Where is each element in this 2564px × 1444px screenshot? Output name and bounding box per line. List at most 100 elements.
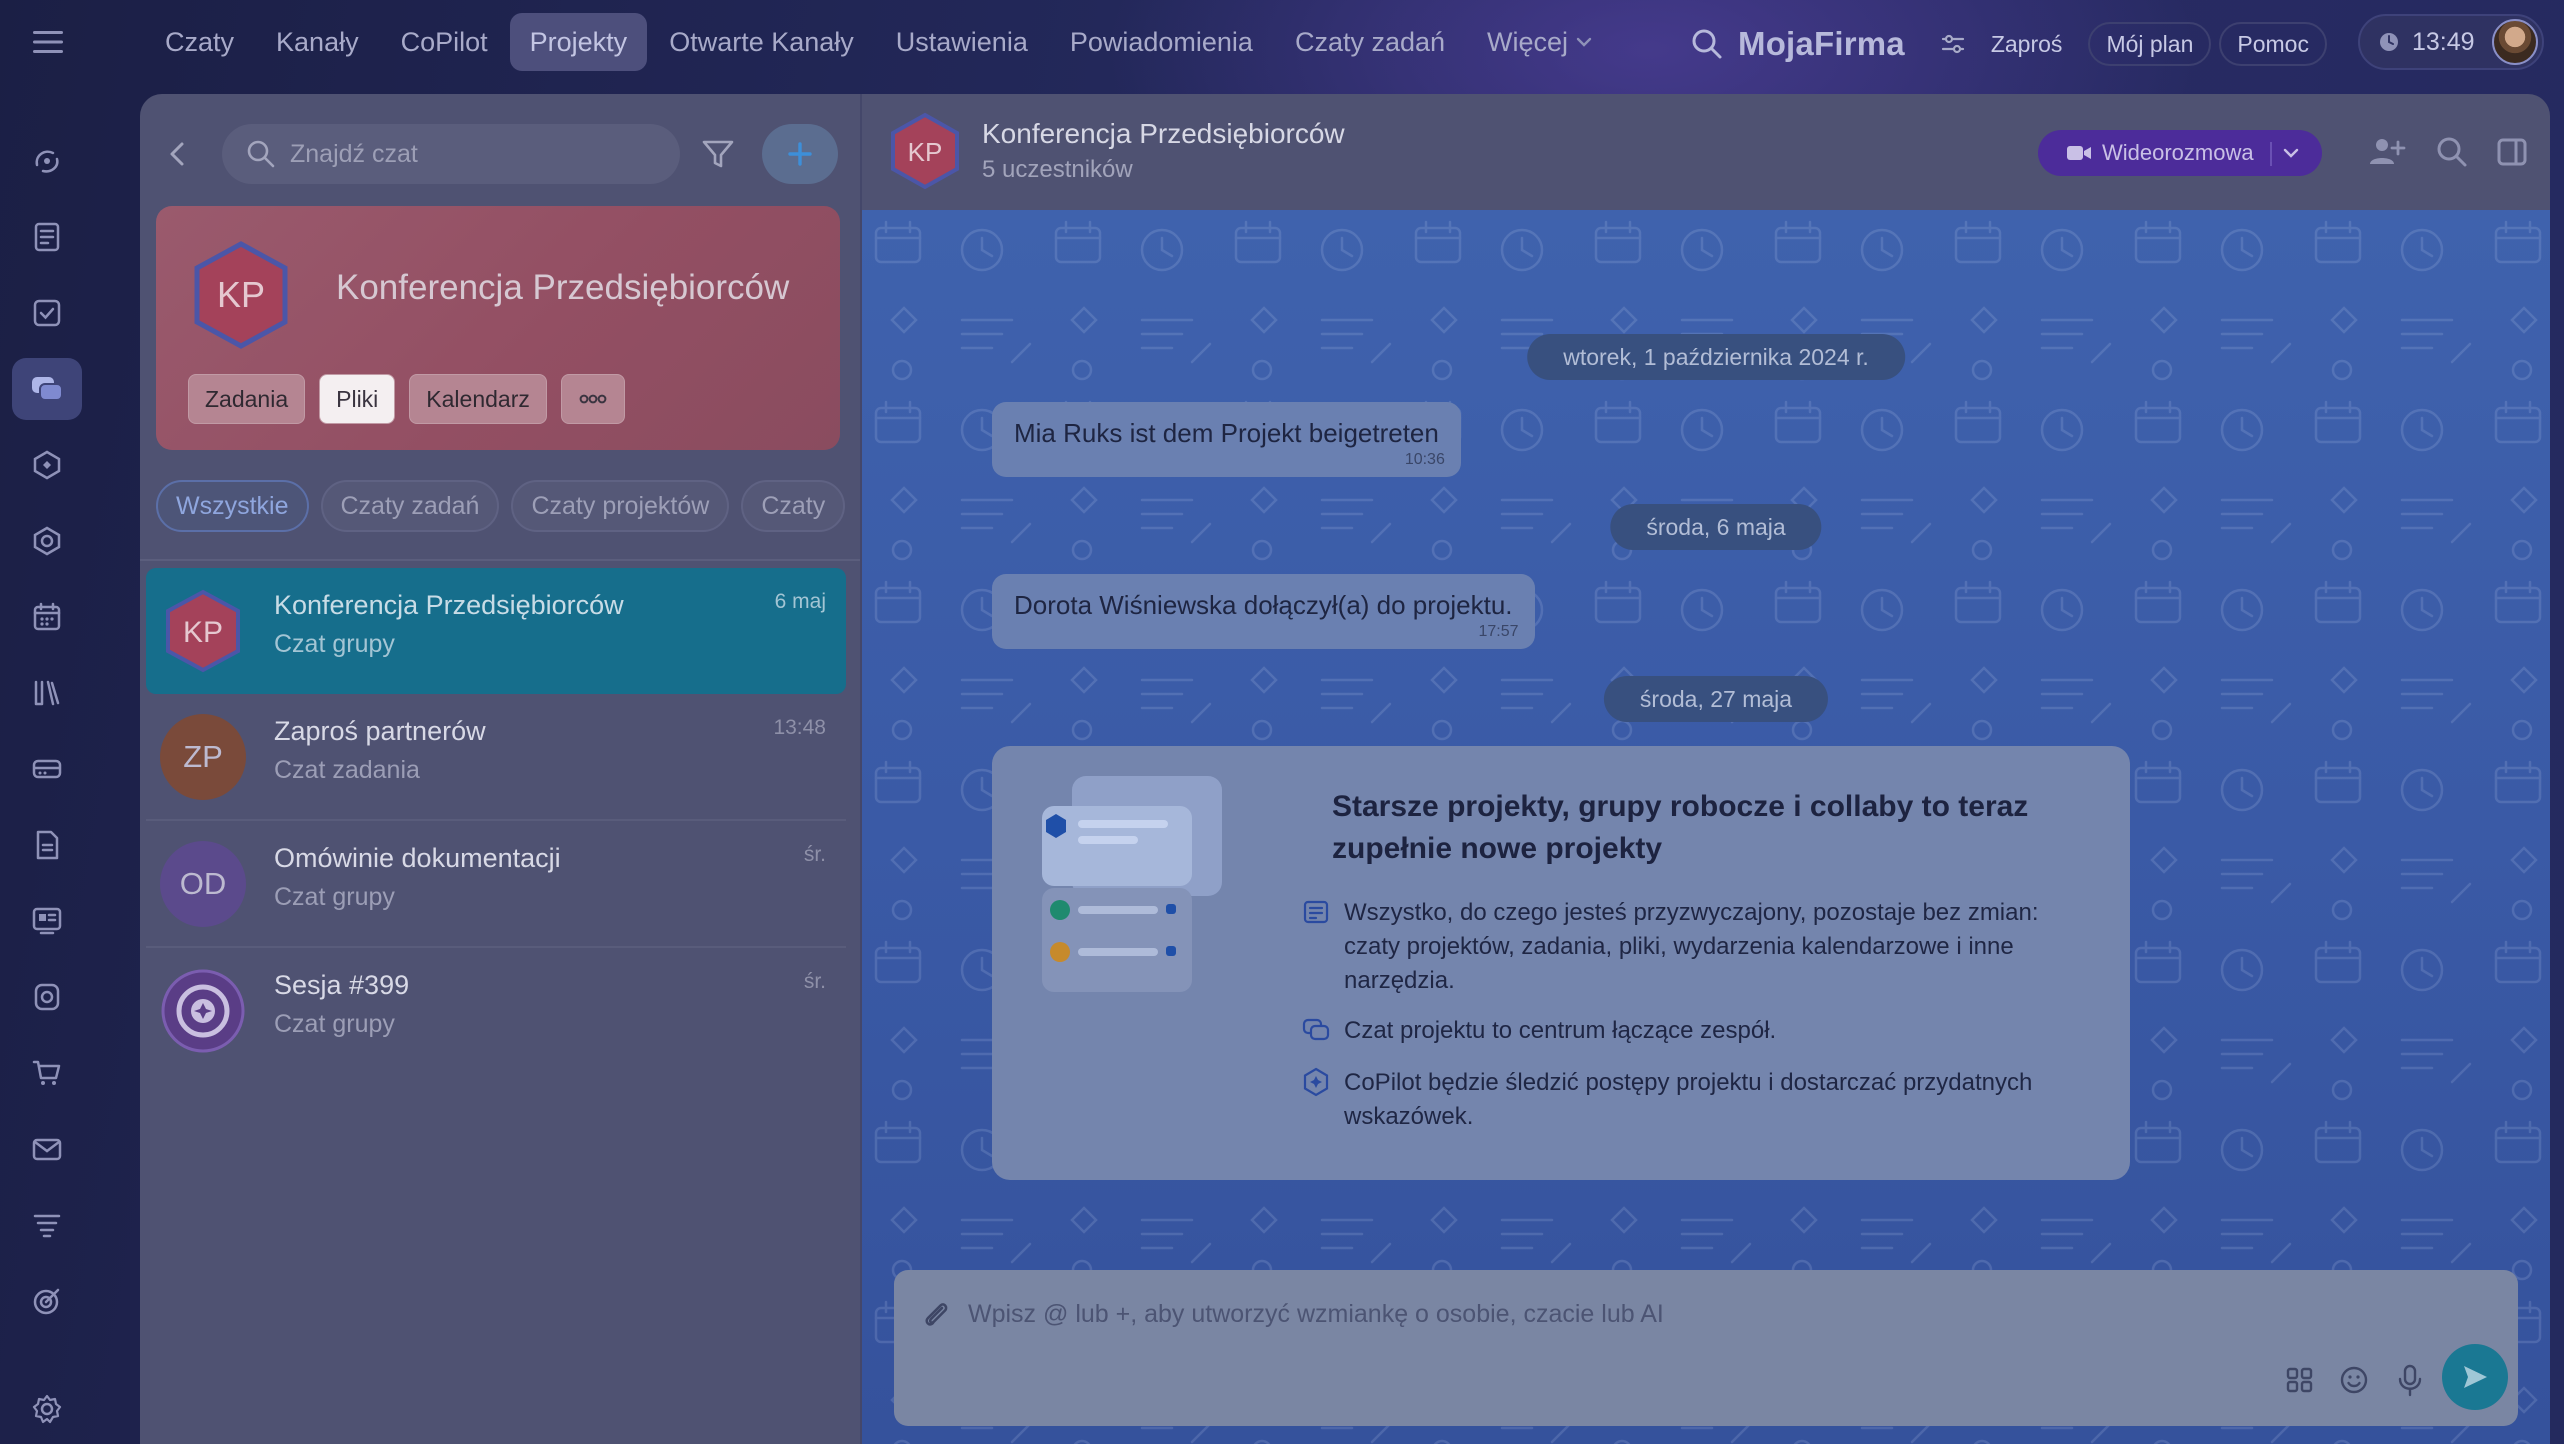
chat-initials: KP	[183, 616, 223, 649]
feed-icon[interactable]	[12, 206, 82, 268]
project-title: Konferencja Przedsiębiorców	[336, 268, 790, 307]
plus-icon	[788, 142, 812, 166]
knowledge-icon[interactable]	[12, 662, 82, 724]
nav-item-otwarte-kanaly[interactable]: Otwarte Kanały	[649, 13, 874, 71]
left-rail	[0, 120, 94, 1444]
new-chat-button[interactable]	[762, 124, 838, 184]
project-initials: KP	[217, 274, 265, 315]
chat-list: KP Konferencja Przedsiębiorców Czat grup…	[146, 568, 846, 1075]
chip-czaty-projektow[interactable]: Czaty projektów	[511, 480, 730, 532]
filter-funnel-icon[interactable]	[700, 136, 740, 176]
chip-czaty[interactable]: Czaty	[741, 480, 846, 532]
nav-item-ustawienia[interactable]: Ustawienia	[876, 13, 1048, 71]
date-separator: środa, 27 maja	[1603, 676, 1829, 722]
chat-time: 6 maj	[774, 590, 826, 613]
paperclip-icon[interactable]	[918, 1296, 954, 1332]
chat-avatar: ZP	[160, 714, 246, 800]
nav-item-czaty-zadan[interactable]: Czaty zadań	[1275, 13, 1465, 71]
list-item[interactable]: Sesja #399 Czat grupy śr.	[146, 948, 846, 1075]
message-input[interactable]	[968, 1296, 2368, 1332]
divider	[140, 559, 860, 561]
chat-time: śr.	[803, 843, 826, 866]
chip-czaty-zadan[interactable]: Czaty zadań	[320, 480, 500, 532]
sites-icon[interactable]	[12, 890, 82, 952]
camera-icon	[2067, 146, 2091, 160]
nav-more-label: Więcej	[1487, 27, 1569, 57]
nav-item-wiecej[interactable]: Więcej	[1467, 13, 1612, 71]
video-call-button[interactable]: Wideorozmowa	[2038, 130, 2322, 176]
message-composer	[894, 1270, 2518, 1426]
documents-icon[interactable]	[12, 814, 82, 876]
mail-icon[interactable]	[12, 1118, 82, 1180]
chat-header-avatar[interactable]: KP	[886, 112, 964, 190]
info-item-text: Czat projektu to centrum łączące zespół.	[1344, 1017, 1777, 1044]
info-item: Wszystko, do czego jesteś przyzwyczajony…	[1300, 896, 2080, 998]
clock-icon	[2380, 33, 2398, 51]
sliders-icon[interactable]	[1941, 32, 1965, 56]
chat-time: 13:48	[773, 716, 826, 739]
info-card-title: Starsze projekty, grupy robocze i collab…	[1332, 790, 2029, 865]
emoji-icon[interactable]	[2336, 1362, 2372, 1398]
chat-header-initials: KP	[908, 137, 943, 167]
nav-tabs: Czaty Kanały CoPilot Projekty Otwarte Ka…	[145, 12, 1612, 72]
chats-icon[interactable]	[12, 358, 82, 420]
system-message: Mia Ruks ist dem Projekt beigetreten 10:…	[992, 402, 1461, 477]
chat-search[interactable]	[222, 124, 680, 184]
targets-icon[interactable]	[12, 1270, 82, 1332]
chevron-down-icon	[1576, 37, 1592, 47]
chat-time: śr.	[803, 970, 826, 993]
message-text: Mia Ruks ist dem Projekt beigetreten	[1014, 418, 1439, 448]
chat-name: Sesja #399	[274, 970, 410, 1000]
crm-icon[interactable]	[12, 738, 82, 800]
search-icon[interactable]	[1690, 27, 1724, 61]
participants-count[interactable]: 5 uczestników	[982, 156, 1133, 184]
copilot-icon[interactable]	[12, 130, 82, 192]
nav-item-czaty[interactable]: Czaty	[145, 13, 254, 71]
invite-button[interactable]: Zaproś	[1973, 22, 2081, 66]
system-message: Dorota Wiśniewska dołączył(a) do projekt…	[992, 574, 1535, 649]
add-user-icon[interactable]	[2366, 132, 2406, 172]
back-icon[interactable]	[162, 136, 192, 172]
project-tab-zadania[interactable]: Zadania	[188, 374, 306, 424]
shop-icon[interactable]	[12, 1042, 82, 1104]
more-dots-icon	[579, 394, 607, 404]
chat-title[interactable]: Konferencja Przedsiębiorców	[982, 118, 1345, 150]
collabs-icon[interactable]	[12, 510, 82, 572]
project-tab-kalendarz[interactable]: Kalendarz	[409, 374, 547, 424]
list-item[interactable]: OD Omówinie dokumentacji Czat grupy śr.	[146, 821, 846, 948]
send-icon	[2464, 1366, 2487, 1388]
chat-search-input[interactable]	[290, 139, 650, 169]
chip-wszystkie[interactable]: Wszystkie	[156, 480, 309, 532]
calendar-icon[interactable]	[12, 586, 82, 648]
my-plan-button[interactable]: Mój plan	[2088, 22, 2212, 66]
search-icon[interactable]	[2432, 132, 2472, 172]
marketing-icon[interactable]	[12, 966, 82, 1028]
date-separator: wtorek, 1 października 2024 r.	[1527, 334, 1905, 380]
help-button[interactable]: Pomoc	[2219, 22, 2327, 66]
apps-grid-icon[interactable]	[2282, 1362, 2318, 1398]
send-button[interactable]	[2442, 1344, 2508, 1410]
automation-icon[interactable]	[12, 434, 82, 496]
chat-type: Czat grupy	[274, 630, 395, 658]
chevron-down-icon[interactable]	[2282, 142, 2300, 164]
tasks-icon[interactable]	[12, 282, 82, 344]
menu-icon[interactable]	[28, 24, 68, 60]
work-time-widget[interactable]: 13:49	[2358, 14, 2544, 70]
filter-icon[interactable]	[12, 1194, 82, 1256]
nav-item-copilot[interactable]: CoPilot	[381, 13, 508, 71]
more-tabs-button[interactable]	[560, 374, 625, 424]
chat-type: Czat grupy	[274, 1010, 395, 1038]
user-avatar[interactable]	[2492, 19, 2538, 65]
sidebar-toggle-icon[interactable]	[2492, 132, 2532, 172]
list-item[interactable]: KP Konferencja Przedsiębiorców Czat grup…	[146, 568, 846, 694]
list-item[interactable]: ZP Zaproś partnerów Czat zadania 13:48	[146, 694, 846, 821]
message-text: Dorota Wiśniewska dołączył(a) do projekt…	[1014, 590, 1513, 620]
projects-illustration	[1042, 776, 1222, 992]
company-name[interactable]: MojaFirma	[1738, 25, 1905, 63]
nav-item-kanaly[interactable]: Kanały	[256, 13, 379, 71]
nav-item-powiadomienia[interactable]: Powiadomienia	[1050, 13, 1273, 71]
project-tab-pliki[interactable]: Pliki	[319, 374, 396, 424]
microphone-icon[interactable]	[2392, 1362, 2428, 1398]
settings-icon[interactable]	[12, 1378, 82, 1440]
nav-item-projekty[interactable]: Projekty	[509, 13, 648, 71]
